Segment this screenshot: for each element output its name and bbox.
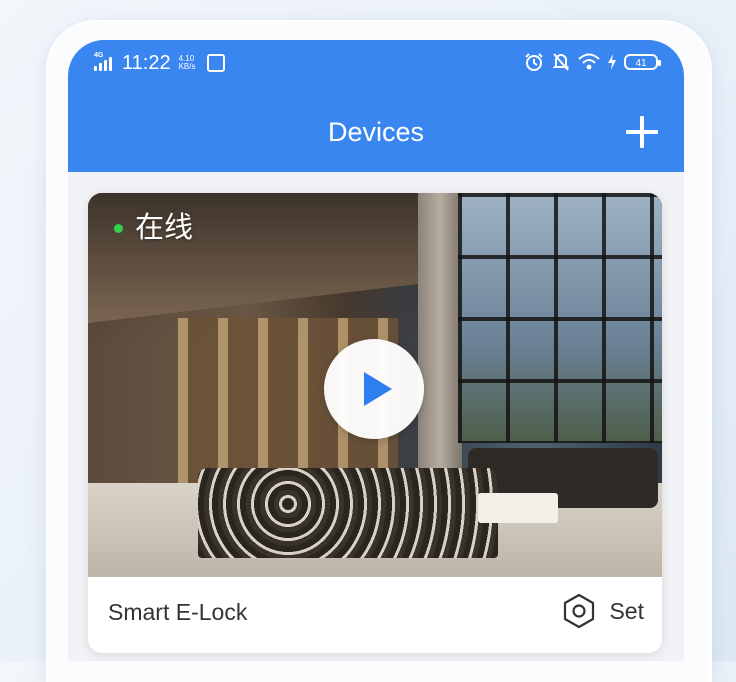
camera-preview-image[interactable]: 在线: [88, 193, 662, 577]
preview-table: [478, 493, 558, 523]
settings-hexagon-icon: [561, 593, 597, 629]
app-notification-icon: [207, 54, 226, 72]
preview-sofa-left: [198, 468, 498, 558]
status-left: 4G 11:22 4.10 KB/s: [94, 52, 226, 74]
net-speed: 4.10 KB/s: [179, 55, 196, 71]
device-name: Smart E-Lock: [108, 599, 248, 625]
app-header: 4G 11:22 4.10 KB/s 41 Devices: [68, 40, 684, 172]
online-status-label: 在线: [135, 212, 194, 244]
charging-icon: [608, 54, 616, 70]
preview-window: [458, 193, 662, 443]
online-dot: [114, 223, 123, 233]
network-type: 4G: [94, 52, 104, 59]
page-title: Devices: [327, 117, 425, 147]
battery-level: 41: [635, 58, 647, 69]
net-speed-unit: KB/s: [178, 62, 196, 71]
wifi-icon: [578, 53, 600, 70]
settings-button[interactable]: Set: [561, 593, 644, 629]
play-icon: [364, 372, 392, 406]
battery-icon: 41: [624, 54, 661, 70]
app-screen: 4G 11:22 4.10 KB/s 41 Devices 在线 Smart E…: [68, 40, 684, 661]
status-bar: 4G 11:22 4.10 KB/s 41: [68, 40, 684, 86]
settings-label: Set: [609, 597, 644, 624]
device-card[interactable]: 在线 Smart E-Lock Set: [88, 193, 662, 653]
clock: 11:22: [122, 52, 171, 74]
play-button[interactable]: [324, 339, 424, 439]
mute-icon: [552, 53, 570, 71]
signal-icon: 4G: [94, 52, 116, 71]
preview-curtain: [418, 193, 462, 473]
add-device-button[interactable]: [624, 114, 660, 150]
device-card-footer: Smart E-Lock Set: [88, 577, 662, 653]
online-status: 在线: [114, 211, 193, 245]
status-right: 41: [524, 52, 661, 72]
alarm-icon: [525, 53, 543, 71]
